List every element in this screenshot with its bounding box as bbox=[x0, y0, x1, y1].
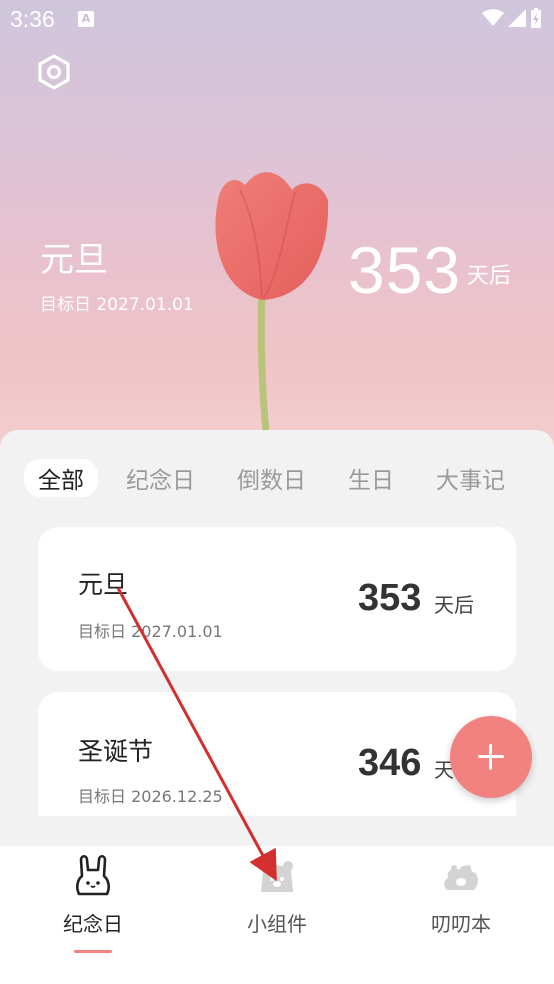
event-card-days: 353 bbox=[358, 577, 422, 619]
status-icons bbox=[482, 8, 542, 28]
tulip-image bbox=[215, 172, 329, 450]
hero-banner: 3:36 A 元旦 目标日 2027.01.01 353 天后 bbox=[0, 0, 554, 450]
hero-target-date: 目标日 2027.01.01 bbox=[40, 295, 194, 315]
nav-item-widgets[interactable]: 小组件 bbox=[202, 846, 352, 956]
active-indicator bbox=[74, 950, 112, 953]
tab-birthday[interactable]: 生日 bbox=[348, 461, 394, 495]
bottom-navigation: 纪念日 小组件 叨叨本 bbox=[0, 846, 554, 984]
category-tabs: 全部 纪念日 倒数日 生日 大事记 bbox=[24, 458, 554, 498]
tab-all[interactable]: 全部 bbox=[24, 459, 98, 497]
battery-icon bbox=[531, 8, 541, 28]
tab-countdown[interactable]: 倒数日 bbox=[237, 461, 306, 495]
add-event-button[interactable] bbox=[450, 716, 532, 798]
event-card-title: 元旦 bbox=[78, 570, 129, 599]
nav-label: 小组件 bbox=[247, 912, 307, 936]
event-card[interactable]: 圣诞节 目标日 2026.12.25 346 天 bbox=[38, 692, 516, 816]
hero-event-title: 元旦 bbox=[40, 240, 108, 280]
nav-item-anniversary[interactable]: 纪念日 bbox=[18, 846, 168, 956]
event-card-date: 目标日 2027.01.01 bbox=[78, 622, 223, 641]
paw-cloud-icon bbox=[444, 865, 478, 890]
bunny-icon bbox=[76, 854, 110, 896]
nav-label: 纪念日 bbox=[63, 912, 123, 936]
status-time: 3:36 bbox=[10, 6, 55, 32]
tab-anniversary[interactable]: 纪念日 bbox=[126, 461, 195, 495]
nav-label: 叨叨本 bbox=[431, 912, 491, 936]
event-card-unit: 天后 bbox=[434, 593, 474, 617]
event-card[interactable]: 元旦 目标日 2027.01.01 353 天后 bbox=[38, 527, 516, 671]
event-card-date: 目标日 2026.12.25 bbox=[78, 787, 223, 806]
bear-widget-icon bbox=[261, 861, 293, 892]
nav-item-notes[interactable]: 叨叨本 bbox=[386, 846, 536, 956]
wifi-icon bbox=[482, 9, 504, 26]
tab-milestones[interactable]: 大事记 bbox=[436, 461, 505, 495]
signal-icon bbox=[508, 9, 526, 27]
event-card-days: 346 bbox=[358, 742, 422, 784]
hero-days-unit: 天后 bbox=[467, 264, 512, 289]
event-card-title: 圣诞节 bbox=[78, 737, 154, 766]
settings-icon[interactable] bbox=[36, 54, 72, 90]
notification-icon: A bbox=[78, 11, 94, 27]
hero-days-count: 353 bbox=[348, 233, 462, 307]
status-bar: 3:36 A bbox=[0, 0, 554, 40]
